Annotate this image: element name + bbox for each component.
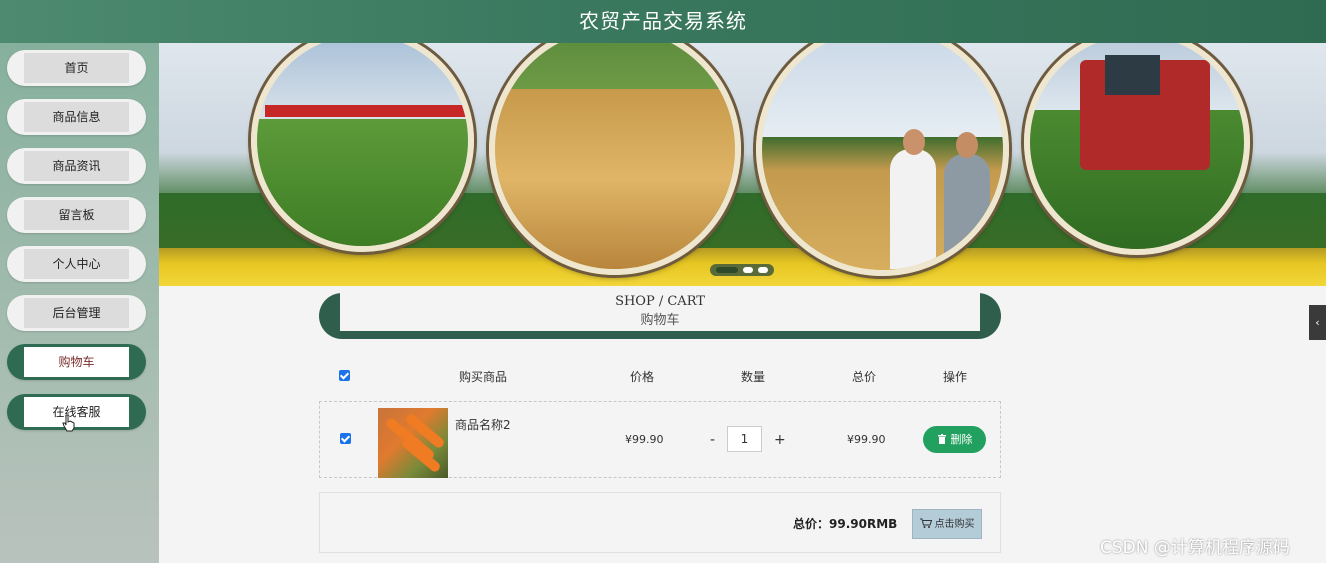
cart-title-en: SHOP / CART — [615, 294, 705, 309]
hand-cursor-icon — [62, 414, 75, 432]
product-thumbnail[interactable] — [378, 408, 448, 478]
banner-photo-harvester — [1024, 43, 1250, 255]
carousel-dot-3[interactable] — [758, 267, 768, 273]
cart-summary: 总价：99.90RMB 点击购买 — [319, 492, 1001, 553]
sidebar-item-cart[interactable]: 购物车 — [7, 344, 146, 380]
cart-total: 总价：99.90RMB — [793, 517, 898, 531]
delete-label: 删除 — [950, 433, 973, 446]
checkout-label: 点击购买 — [934, 519, 975, 530]
app-title: 农贸产品交易系统 — [579, 9, 747, 33]
cart-icon — [919, 518, 932, 528]
app-header: 农贸产品交易系统 — [0, 0, 1326, 43]
sidebar-item-label: 商品资讯 — [24, 151, 129, 181]
sidebar-item-label: 后台管理 — [24, 298, 129, 328]
sidebar: 首页 商品信息 商品资讯 留言板 个人中心 后台管理 购物车 在线客服 — [0, 43, 159, 563]
trash-icon — [937, 434, 946, 444]
column-header-total: 总价 — [852, 370, 877, 384]
sidebar-item-label: 商品信息 — [24, 102, 129, 132]
column-header-product: 购买商品 — [459, 370, 508, 384]
delete-button[interactable]: 删除 — [923, 426, 986, 453]
carousel-dot-1[interactable] — [716, 267, 738, 273]
cart-table-header: 购买商品 价格 数量 总价 操作 — [319, 364, 1001, 388]
sidebar-item-support[interactable]: 在线客服 — [7, 394, 146, 430]
cart-item-row: 商品名称2 ¥99.90 - 1 + ¥99.90 删除 — [319, 401, 1001, 478]
banner-photo-farmers — [756, 43, 1009, 276]
quantity-decrease-button[interactable]: - — [710, 432, 715, 448]
quantity-input[interactable]: 1 — [727, 426, 762, 452]
sidebar-item-news[interactable]: 商品资讯 — [7, 148, 146, 184]
column-header-action: 操作 — [943, 370, 968, 384]
sidebar-item-products[interactable]: 商品信息 — [7, 99, 146, 135]
column-header-price: 价格 — [630, 370, 655, 384]
sidebar-item-messages[interactable]: 留言板 — [7, 197, 146, 233]
item-checkbox[interactable] — [340, 433, 351, 444]
side-panel-toggle[interactable]: ‹ — [1309, 305, 1326, 340]
product-price: ¥99.90 — [625, 433, 664, 446]
quantity-increase-button[interactable]: + — [774, 432, 786, 448]
sidebar-item-home[interactable]: 首页 — [7, 50, 146, 86]
select-all-checkbox[interactable] — [339, 370, 350, 381]
sidebar-item-label: 留言板 — [24, 200, 129, 230]
sidebar-item-label: 首页 — [24, 53, 129, 83]
sidebar-item-label: 购物车 — [24, 347, 129, 377]
watermark: CSDN @计算机程序源码 — [1100, 538, 1290, 558]
banner-photo-wheat-field — [251, 43, 474, 252]
sidebar-item-label: 个人中心 — [24, 249, 129, 279]
sidebar-item-admin[interactable]: 后台管理 — [7, 295, 146, 331]
banner-photo-golden-wheat — [489, 43, 741, 275]
product-name[interactable]: 商品名称2 — [455, 416, 511, 433]
banner-carousel[interactable] — [159, 43, 1326, 286]
carousel-indicator — [710, 264, 774, 276]
cart-title-bar: SHOP / CART 购物车 — [319, 293, 1001, 339]
column-header-quantity: 数量 — [741, 370, 766, 384]
cart-title-zh: 购物车 — [640, 313, 680, 328]
carousel-dot-2[interactable] — [743, 267, 753, 273]
sidebar-item-profile[interactable]: 个人中心 — [7, 246, 146, 282]
sidebar-item-label: 在线客服 — [24, 397, 129, 427]
checkout-button[interactable]: 点击购买 — [912, 509, 982, 539]
item-total-price: ¥99.90 — [847, 433, 886, 446]
cart-title: SHOP / CART 购物车 — [340, 293, 980, 331]
